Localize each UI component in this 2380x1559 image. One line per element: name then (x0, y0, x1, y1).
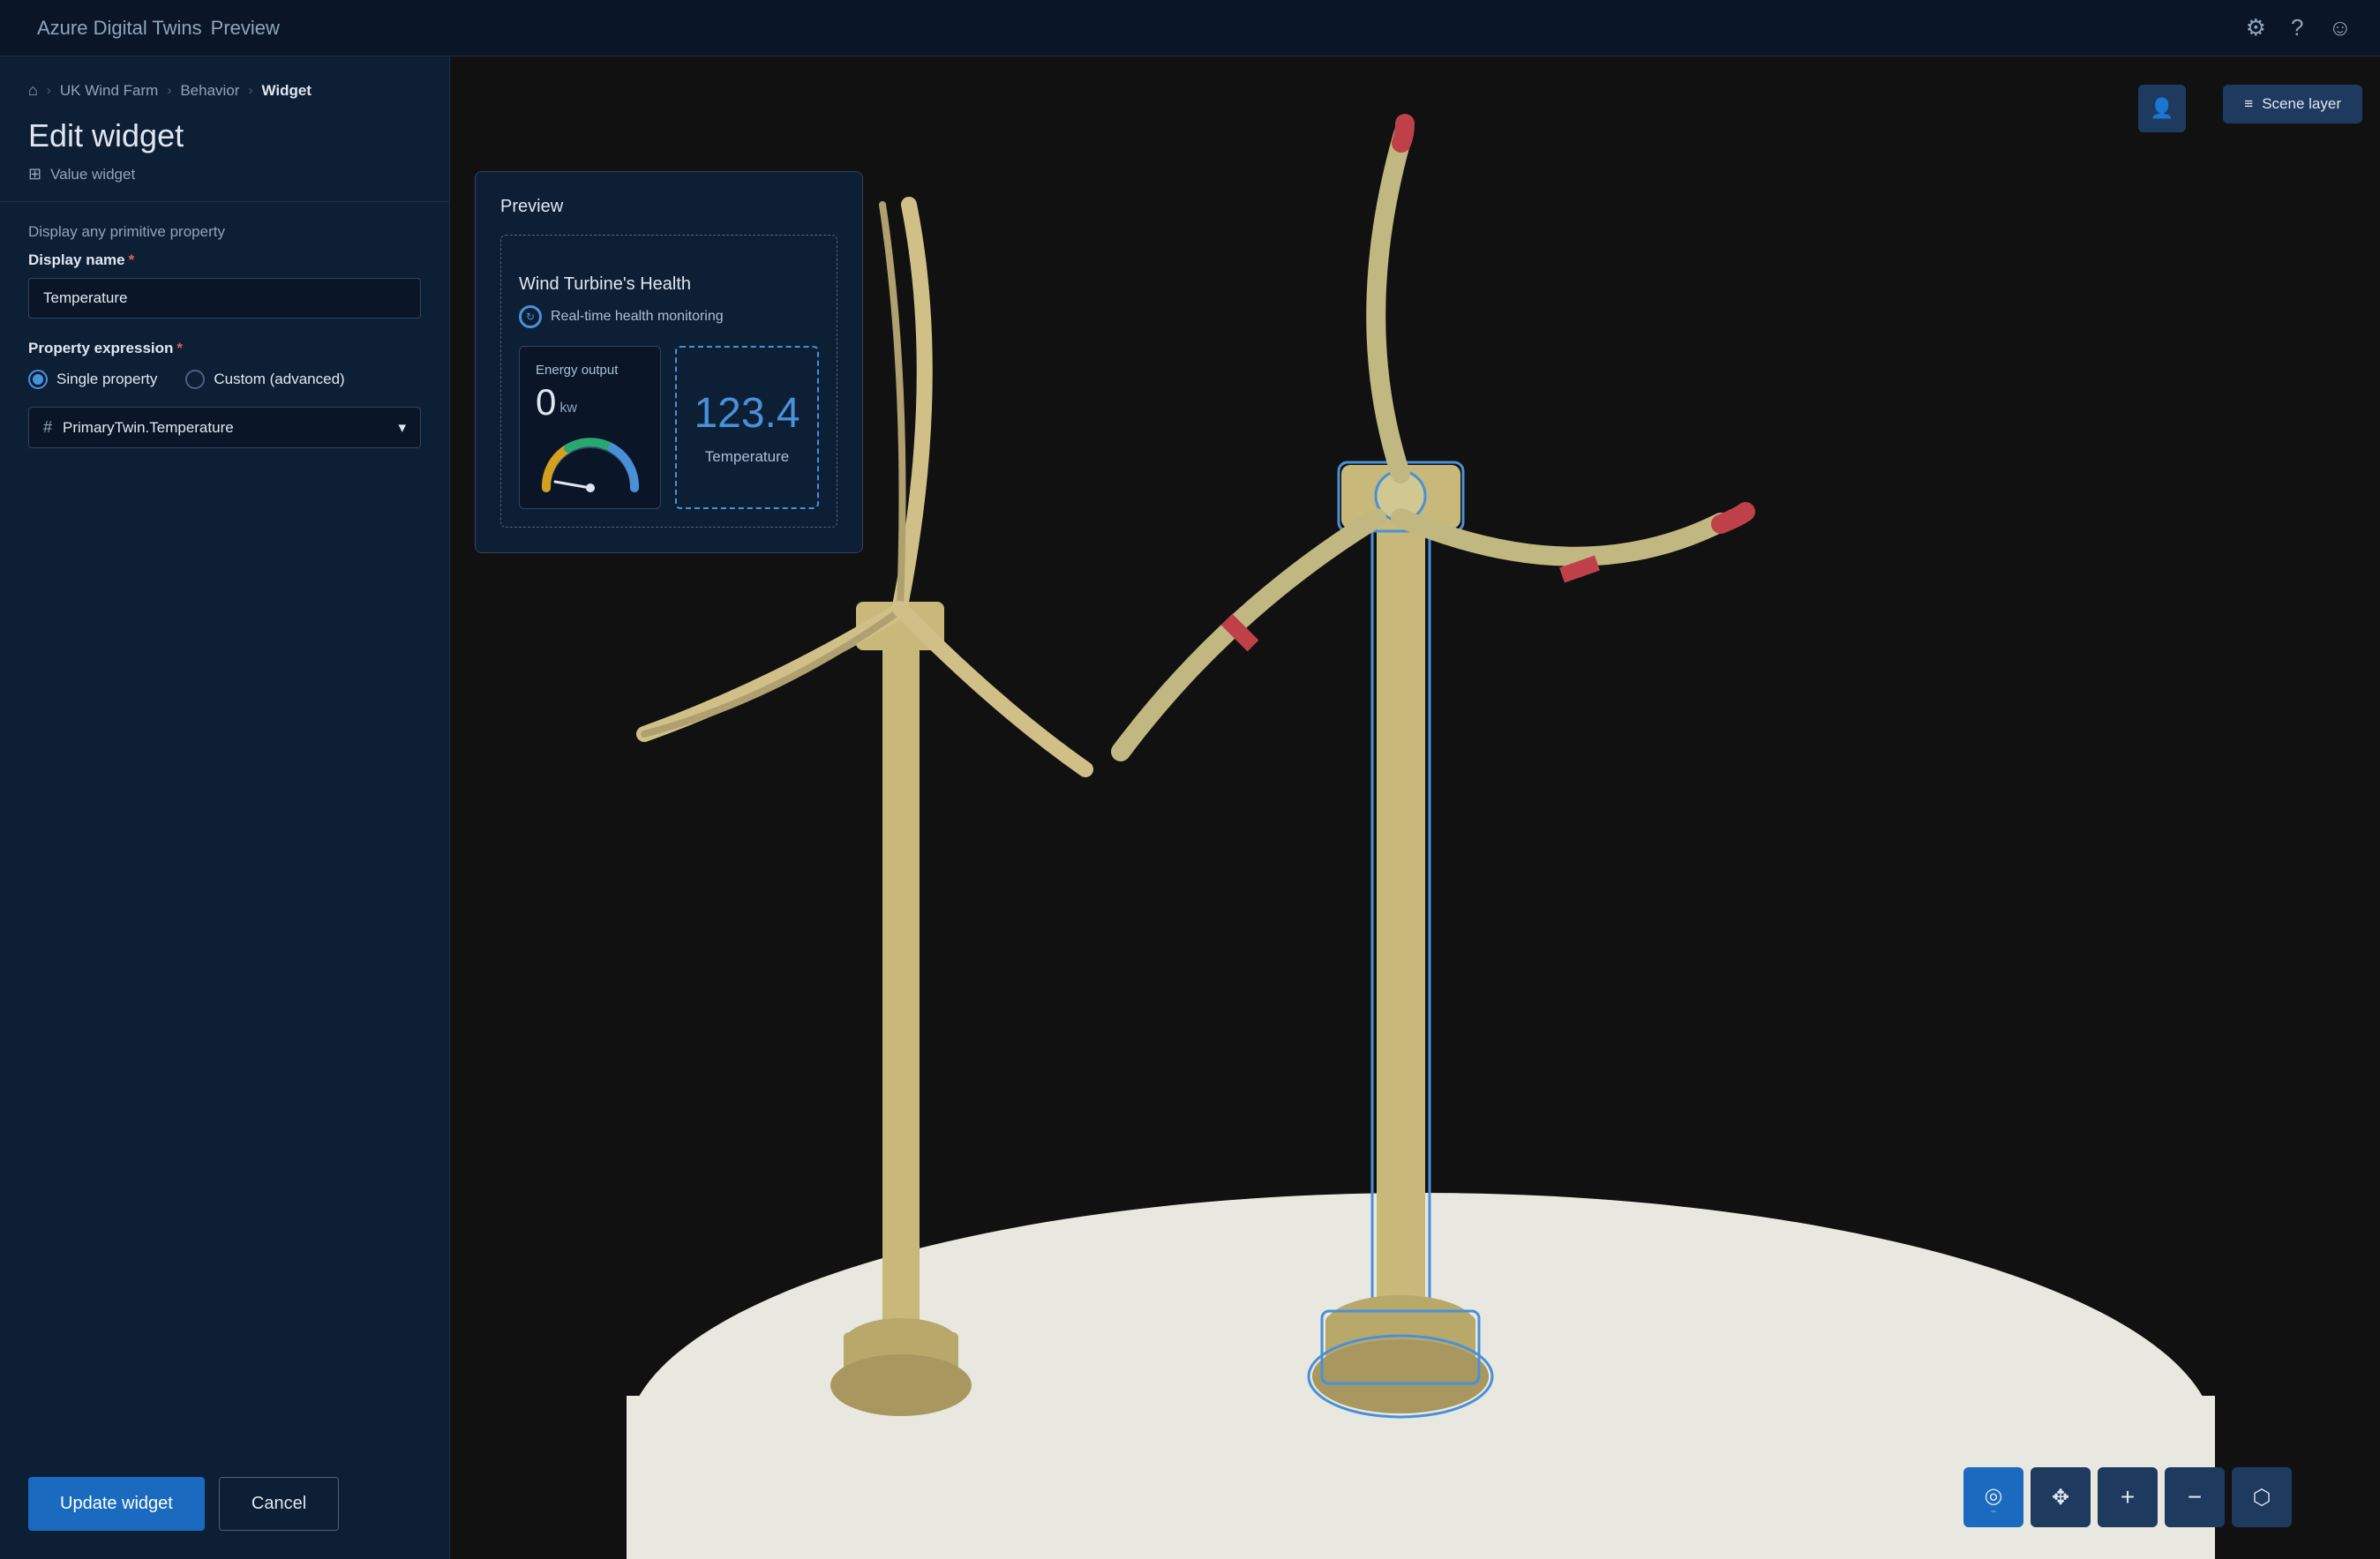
health-icon: ↻ (519, 305, 542, 328)
help-icon[interactable]: ? (2291, 14, 2303, 41)
scene-layer-label: Scene layer (2262, 95, 2341, 113)
temp-value: 123.4 (694, 389, 800, 438)
cube-icon: ⬡ (2253, 1485, 2271, 1510)
avatar-button[interactable]: 👤 (2138, 85, 2186, 132)
toolbar-move-button[interactable]: ✥ (2031, 1467, 2091, 1527)
radio-single-property-circle (28, 370, 48, 389)
temp-label: Temperature (705, 448, 789, 466)
app-title: Azure Digital TwinsPreview (28, 17, 280, 40)
radio-custom-advanced[interactable]: Custom (advanced) (185, 370, 344, 389)
scene-layer-button[interactable]: ≡ Scene layer (2223, 85, 2362, 124)
health-subtitle: Real-time health monitoring (551, 309, 724, 325)
display-name-input[interactable] (28, 278, 421, 319)
toolbar-focus-button[interactable]: ◎ (1963, 1467, 2023, 1527)
preview-widgets: Energy output 0 kw (519, 346, 819, 509)
property-value: PrimaryTwin.Temperature (63, 419, 234, 437)
radio-custom-advanced-label: Custom (advanced) (214, 371, 344, 388)
property-expr-label: Property expression * (0, 340, 449, 370)
preview-card-inner: Wind Turbine's Health ↻ Real-time health… (500, 235, 837, 528)
breadcrumb-uk-wind-farm[interactable]: UK Wind Farm (60, 82, 158, 100)
layers-icon: ≡ (2244, 95, 2253, 113)
left-panel: ⌂ › UK Wind Farm › Behavior › Widget Edi… (0, 56, 450, 1559)
toolbar-zoom-out-button[interactable]: − (2165, 1467, 2225, 1527)
preview-title: Preview (500, 197, 837, 217)
energy-label: Energy output (536, 363, 644, 378)
display-name-label: Display name * (0, 251, 449, 278)
cancel-button[interactable]: Cancel (219, 1477, 339, 1531)
health-monitoring-row: ↻ Real-time health monitoring (519, 305, 819, 328)
preview-card: Preview Wind Turbine's Health ↻ Real-tim… (475, 171, 863, 553)
energy-unit: kw (559, 401, 577, 416)
wind-turbine-health-title: Wind Turbine's Health (519, 274, 819, 295)
energy-value: 0 kw (536, 381, 644, 423)
focus-icon: ◎ (1985, 1483, 2003, 1509)
main-layout: ⌂ › UK Wind Farm › Behavior › Widget Edi… (0, 56, 2380, 1559)
page-title: Edit widget (0, 114, 449, 161)
bottom-toolbar: ◎ ✥ + − ⬡ (1963, 1467, 2292, 1527)
right-panel: ≡ Scene layer 👤 Preview Wind Turbine's H… (450, 56, 2380, 1559)
energy-gauge-widget: Energy output 0 kw (519, 346, 661, 509)
toolbar-cube-button[interactable]: ⬡ (2232, 1467, 2292, 1527)
toolbar-add-button[interactable]: + (2098, 1467, 2158, 1527)
property-dropdown-left: # PrimaryTwin.Temperature (43, 418, 234, 437)
radio-custom-advanced-circle (185, 370, 205, 389)
breadcrumb-behavior[interactable]: Behavior (180, 82, 239, 100)
section-description: Display any primitive property (0, 223, 449, 251)
radio-single-property-label: Single property (56, 371, 157, 388)
widget-type-label: Value widget (50, 166, 135, 184)
breadcrumb-home[interactable]: ⌂ (28, 81, 38, 100)
breadcrumb: ⌂ › UK Wind Farm › Behavior › Widget (0, 56, 449, 114)
minus-icon: − (2188, 1483, 2202, 1511)
radio-single-property[interactable]: Single property (28, 370, 157, 389)
plus-icon: + (2121, 1483, 2135, 1511)
breadcrumb-widget: Widget (261, 82, 312, 100)
temperature-widget: 123.4 Temperature (675, 346, 819, 509)
update-widget-button[interactable]: Update widget (28, 1477, 205, 1531)
topbar-icons: ⚙ ? ☺ (2246, 14, 2352, 41)
chevron-down-icon: ▾ (398, 419, 406, 437)
radio-group: Single property Custom (advanced) (0, 370, 449, 407)
left-panel-footer: Update widget Cancel (0, 1449, 449, 1559)
property-dropdown[interactable]: # PrimaryTwin.Temperature ▾ (28, 407, 421, 448)
face-icon[interactable]: ☺ (2328, 14, 2352, 41)
avatar-icon: 👤 (2150, 97, 2174, 120)
widget-type-icon: ⊞ (28, 165, 41, 184)
required-marker: * (129, 251, 135, 269)
hash-icon: # (43, 418, 52, 437)
gauge-svg-container (536, 431, 644, 492)
divider-top (0, 201, 449, 202)
topbar: Azure Digital TwinsPreview ⚙ ? ☺ (0, 0, 2380, 56)
required-marker-2: * (176, 340, 183, 357)
settings-icon[interactable]: ⚙ (2246, 14, 2266, 41)
move-icon: ✥ (2052, 1485, 2069, 1510)
widget-type: ⊞ Value widget (0, 161, 449, 201)
